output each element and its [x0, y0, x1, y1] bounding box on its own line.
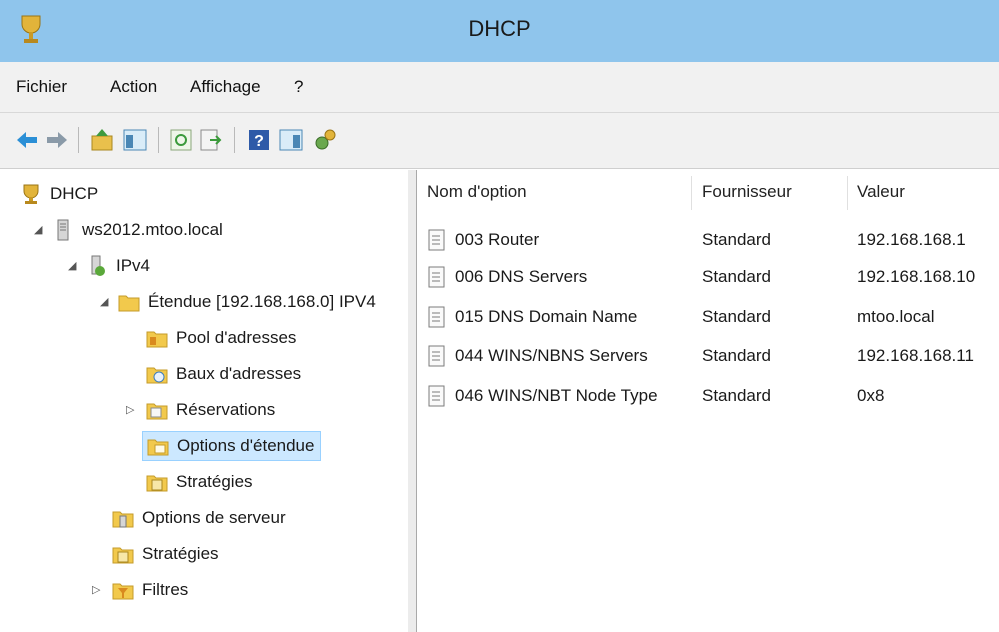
- option-value: 192.168.168.11: [857, 346, 974, 365]
- menu-affichage[interactable]: Affichage: [190, 77, 261, 97]
- tree-item-server[interactable]: ◢ ws2012.mtoo.local: [34, 214, 223, 246]
- list-item[interactable]: 015 DNS Domain Name Standard mtoo.local: [417, 299, 999, 335]
- collapse-arrow-icon[interactable]: ◢: [100, 295, 108, 308]
- server-options-icon: [112, 511, 134, 528]
- list-item[interactable]: 044 WINS/NBNS Servers Standard 192.168.1…: [417, 338, 999, 374]
- svg-text:?: ?: [254, 133, 264, 150]
- option-document-icon: [428, 385, 445, 407]
- tree-label: Réservations: [176, 400, 276, 419]
- option-vendor: Standard: [702, 230, 771, 249]
- toolbar: ?: [0, 113, 999, 169]
- option-vendor: Standard: [702, 267, 771, 286]
- tree-label: IPv4: [116, 256, 151, 275]
- option-document-icon: [428, 306, 445, 328]
- forward-arrow-icon[interactable]: [44, 127, 70, 153]
- ipv4-icon: [91, 255, 105, 276]
- show-hide-action-pane-icon[interactable]: [278, 127, 304, 153]
- option-vendor: Standard: [702, 307, 771, 326]
- menu-action[interactable]: Action: [110, 77, 157, 97]
- option-document-icon: [428, 229, 445, 251]
- dhcp-trophy-icon: [23, 184, 39, 204]
- tree-item-reservations[interactable]: ▷ Réservations: [126, 394, 276, 426]
- list-item[interactable]: 046 WINS/NBT Node Type Standard 0x8: [417, 378, 999, 414]
- list-item[interactable]: 003 Router Standard 192.168.168.1: [417, 222, 999, 258]
- refresh-icon[interactable]: [168, 127, 194, 153]
- expand-arrow-icon[interactable]: ▷: [92, 583, 100, 596]
- add-server-icon[interactable]: [312, 127, 338, 153]
- option-document-icon: [428, 345, 445, 367]
- option-value: 192.168.168.10: [857, 267, 976, 286]
- tree-item-scope[interactable]: ◢ Étendue [192.168.168.0] IPV4: [100, 286, 376, 318]
- option-value: 192.168.168.1: [857, 230, 966, 249]
- scope-options-icon: [147, 439, 169, 456]
- title-bar[interactable]: DHCP: [0, 0, 999, 62]
- export-list-icon[interactable]: [198, 127, 224, 153]
- option-document-icon: [428, 266, 445, 288]
- console-tree: DHCP ◢ ws2012.mtoo.local ◢ IPv4 ◢ Étendu…: [0, 170, 409, 632]
- column-header-vendor[interactable]: Fournisseur: [702, 182, 792, 202]
- list-item[interactable]: 006 DNS Servers Standard 192.168.168.10: [417, 259, 999, 295]
- menu-bar: Fichier Action Affichage ?: [0, 62, 999, 113]
- policies-icon: [112, 547, 134, 564]
- option-vendor: Standard: [702, 386, 771, 405]
- column-divider[interactable]: [847, 176, 848, 210]
- tree-label: Filtres: [142, 580, 189, 599]
- tree-label: ws2012.mtoo.local: [82, 220, 223, 239]
- back-arrow-icon[interactable]: [14, 127, 40, 153]
- menu-help[interactable]: ?: [294, 77, 303, 97]
- filters-icon: [112, 583, 134, 600]
- option-name: 003 Router: [455, 230, 540, 249]
- toolbar-separator: [234, 127, 235, 153]
- tree-label: Pool d'adresses: [176, 328, 297, 347]
- folder-icon: [118, 295, 140, 312]
- help-icon[interactable]: ?: [246, 127, 272, 153]
- reservations-icon: [146, 403, 168, 420]
- option-name: 015 DNS Domain Name: [455, 307, 638, 326]
- toolbar-separator: [158, 127, 159, 153]
- address-pool-icon: [146, 331, 168, 348]
- policies-icon: [146, 475, 168, 492]
- tree-item-ipv4[interactable]: ◢ IPv4: [68, 250, 151, 282]
- address-leases-icon: [146, 367, 168, 384]
- toolbar-separator: [78, 127, 79, 153]
- tree-item-address-leases[interactable]: Baux d'adresses: [146, 358, 301, 390]
- column-header-value[interactable]: Valeur: [857, 182, 905, 202]
- option-vendor: Standard: [702, 346, 771, 365]
- tree-label: Options d'étendue: [177, 436, 315, 455]
- server-icon: [57, 219, 69, 241]
- up-folder-icon[interactable]: [90, 127, 116, 153]
- tree-label: Stratégies: [176, 472, 253, 491]
- show-hide-tree-icon[interactable]: [122, 127, 148, 153]
- option-value: 0x8: [857, 386, 885, 405]
- tree-item-address-pool[interactable]: Pool d'adresses: [146, 322, 296, 354]
- tree-label: DHCP: [50, 184, 99, 203]
- option-name: 044 WINS/NBNS Servers: [455, 346, 648, 365]
- tree-label: Options de serveur: [142, 508, 286, 527]
- window-title: DHCP: [468, 16, 531, 41]
- tree-item-policies[interactable]: Stratégies: [112, 538, 219, 570]
- expand-arrow-icon[interactable]: ▷: [126, 403, 134, 416]
- collapse-arrow-icon[interactable]: ◢: [34, 223, 42, 236]
- collapse-arrow-icon[interactable]: ◢: [68, 259, 76, 272]
- tree-item-server-options[interactable]: Options de serveur: [112, 502, 286, 534]
- tree-label: Étendue [192.168.168.0] IPV4: [148, 292, 376, 311]
- tree-item-scope-options[interactable]: Options d'étendue: [142, 430, 322, 462]
- pane-splitter[interactable]: [408, 170, 417, 632]
- tree-label: Baux d'adresses: [176, 364, 302, 383]
- column-header-option-name[interactable]: Nom d'option: [427, 182, 527, 202]
- option-name: 046 WINS/NBT Node Type: [455, 386, 658, 405]
- option-name: 006 DNS Servers: [455, 267, 588, 286]
- options-list: Nom d'option Fournisseur Valeur 003 Rout…: [417, 170, 999, 632]
- tree-label: Stratégies: [142, 544, 219, 563]
- option-value: mtoo.local: [857, 307, 935, 326]
- tree-item-dhcp[interactable]: DHCP: [20, 178, 98, 210]
- tree-item-filters[interactable]: ▷ Filtres: [92, 574, 189, 606]
- column-divider[interactable]: [691, 176, 692, 210]
- dhcp-window: DHCP Fichier Action Affichage ? ? DHCP ◢…: [0, 0, 999, 632]
- tree-item-scope-policies[interactable]: Stratégies: [146, 466, 253, 498]
- menu-fichier[interactable]: Fichier: [16, 77, 67, 97]
- selection-highlight: Options d'étendue: [142, 431, 322, 461]
